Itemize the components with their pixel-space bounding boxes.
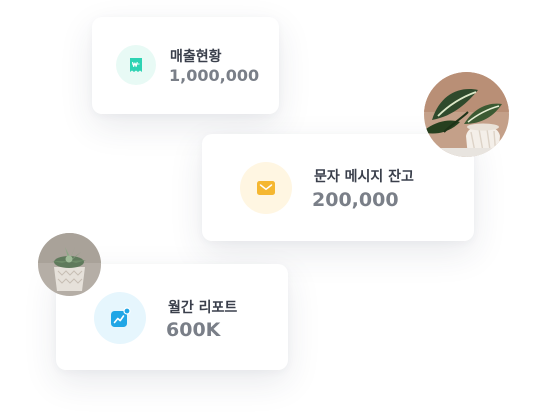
monthly-report-label: 월간 리포트 (168, 300, 238, 316)
envelope-icon (257, 181, 275, 195)
sms-balance-label: 문자 메시지 잔고 (314, 169, 414, 185)
sales-icon-circle (116, 45, 156, 85)
sms-icon-circle (240, 162, 292, 214)
sales-label: 매출현황 (170, 49, 222, 65)
sales-card[interactable]: 매출현황 1,000,000 (92, 17, 279, 114)
sales-value: 1,000,000 (169, 66, 260, 85)
won-receipt-icon (130, 58, 142, 72)
sms-balance-card[interactable]: 문자 메시지 잔고 200,000 (202, 134, 474, 241)
sms-balance-value: 200,000 (312, 189, 399, 211)
succulent-photo (38, 233, 101, 296)
report-icon-circle (94, 292, 146, 344)
chart-trend-icon (111, 307, 131, 327)
monthly-report-value: 600K (166, 319, 221, 341)
plant-leaf-photo (424, 72, 509, 157)
